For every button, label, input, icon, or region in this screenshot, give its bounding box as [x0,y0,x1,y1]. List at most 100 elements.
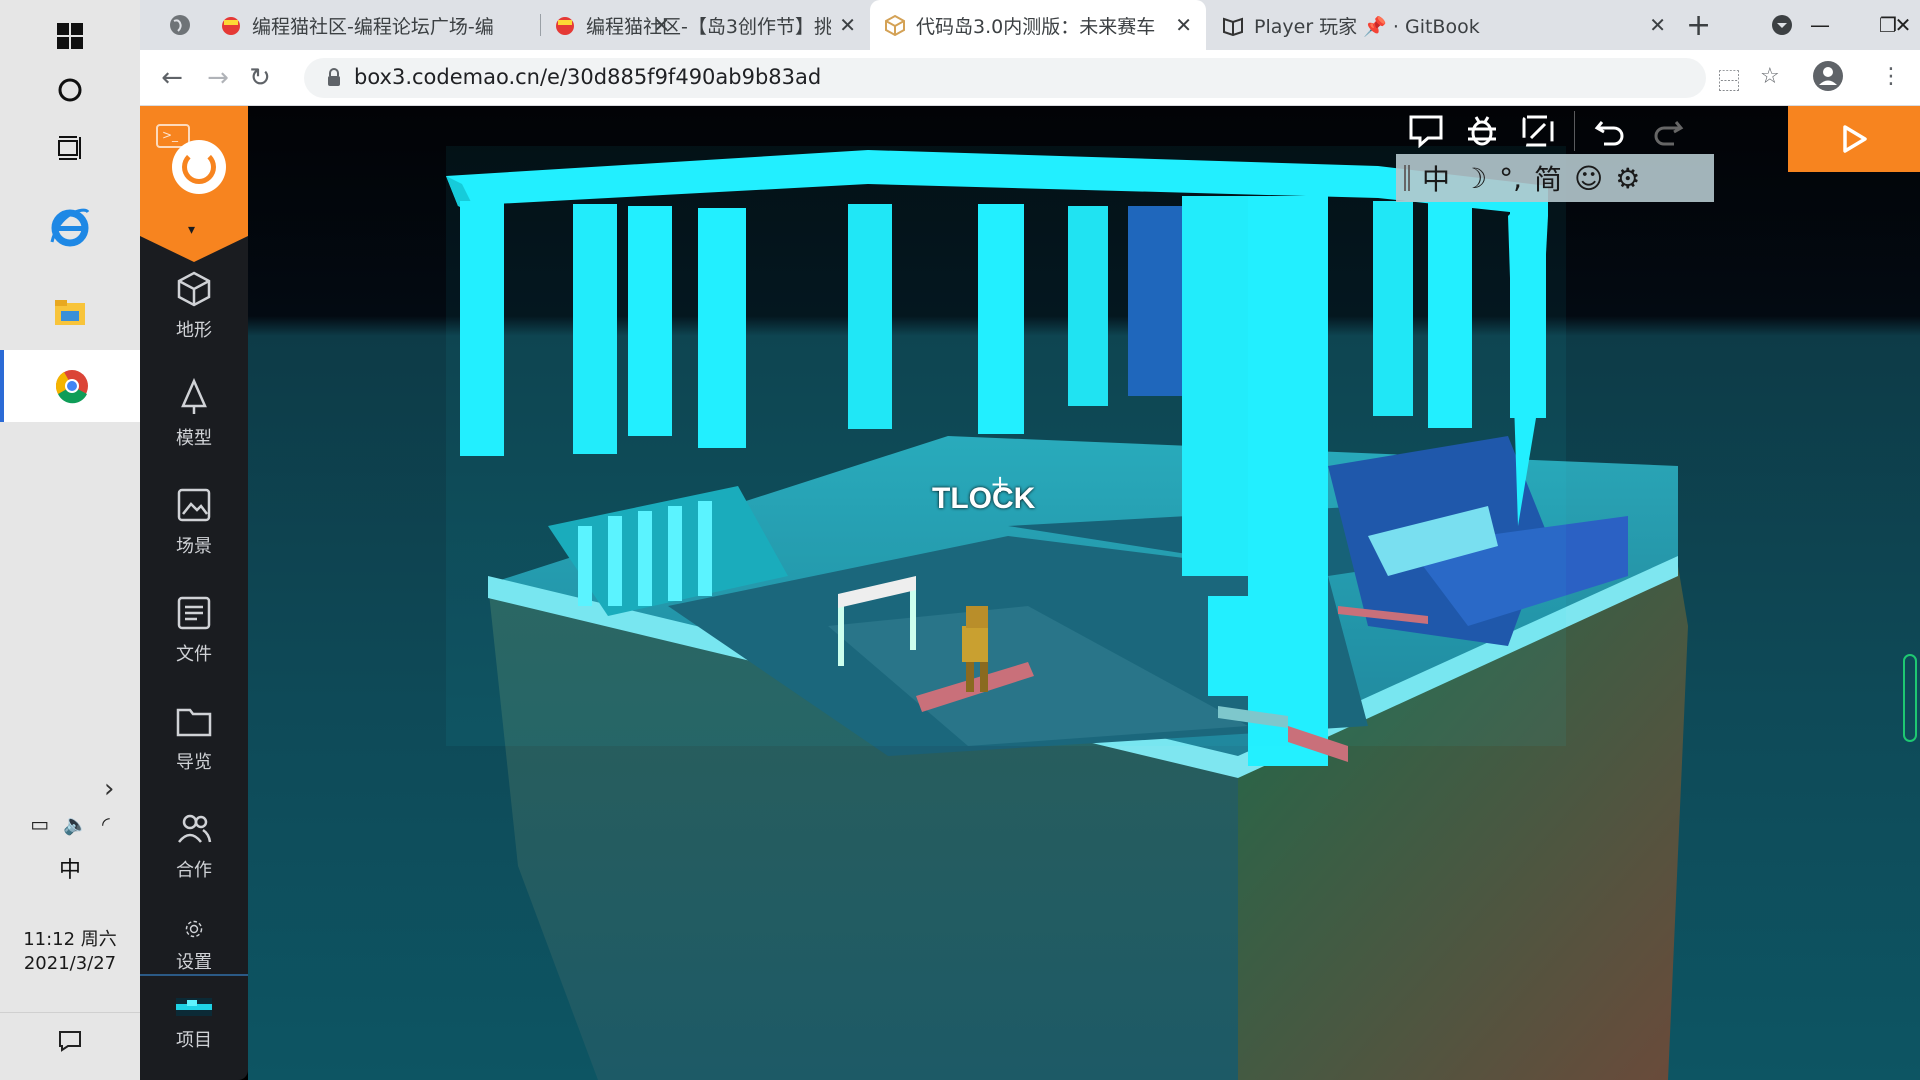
drag-handle-icon[interactable] [1404,165,1410,191]
chrome-icon [55,370,88,404]
sidebar-item-scene[interactable]: 场景 [140,482,248,568]
play-button[interactable] [1788,106,1920,172]
battery-icon[interactable]: ▭ [30,812,49,836]
arrow-left-icon: ← [161,63,183,93]
picture-icon [177,488,211,522]
wifi-icon[interactable]: ◜ [102,812,110,836]
voxel-scene [446,146,1688,1080]
sidebar-item-files[interactable]: 文件 [140,590,248,676]
sidebar-item-label: 项目 [176,1030,212,1051]
ime-chinese-mode-button[interactable]: 中 [1422,158,1450,198]
ime-settings-icon[interactable]: ⚙ [1615,162,1640,195]
tab-strip: 编程猫社区-编程论坛广场-编 ✕ 编程猫社区-【岛3创作节】挑 ✕ 代码岛3.0… [140,0,1920,50]
codemao-favicon-icon [556,17,574,35]
logo-dropdown-chevron[interactable] [140,236,248,262]
sidebar-item-guide[interactable]: 导览 [140,698,248,784]
tree-icon [181,378,207,414]
chevron-down-icon: ▾ [188,222,196,238]
account-icon [1813,61,1843,91]
sidebar-item-label: 设置 [176,952,212,973]
notification-icon [59,1030,81,1052]
clock-time: 11:12 周六 [23,929,117,950]
tab-gitbook[interactable]: Player 玩家 📌 · GitBook ✕ [1208,0,1680,50]
back-button[interactable]: ← [154,60,190,96]
notification-button[interactable] [0,1012,140,1068]
player-nametag: TLOCK [932,482,1036,515]
menu-button[interactable]: ⋮ [1880,64,1902,89]
kebab-menu-icon: ⋮ [1880,64,1902,89]
undo-button[interactable] [1583,106,1639,156]
undo-icon [1594,121,1624,146]
gear-icon [185,920,203,938]
globe-icon [170,15,190,35]
redo-icon [1654,121,1684,146]
expand-icon [1522,115,1554,147]
close-window-button[interactable]: ✕ [1886,0,1920,50]
file-explorer-button[interactable] [0,276,140,348]
browser-toolbar: ← → ↻ box3.codemao.cn/e/30d885f9f490ab9b… [140,50,1920,106]
url-text: box3.codemao.cn/e/30d885f9f490ab9b83ad [354,65,822,89]
close-icon[interactable]: ✕ [1649,13,1666,37]
clock[interactable]: 11:12 周六 2021/3/27 [0,928,140,976]
toolbar-separator [1574,111,1575,151]
tab-search-button[interactable] [162,7,198,43]
users-icon [178,814,212,843]
close-icon: ✕ [1894,13,1912,37]
box3-logo-swirl [182,150,216,184]
task-view-button[interactable] [0,112,140,184]
tab-forum-2[interactable]: 编程猫社区-【岛3创作节】挑 ✕ [540,0,870,50]
address-bar[interactable]: box3.codemao.cn/e/30d885f9f490ab9b83ad [304,58,1706,98]
internet-explorer-icon [50,208,90,247]
sidebar-item-models[interactable]: 模型 [140,374,248,460]
play-icon [1843,125,1867,153]
close-icon[interactable]: ✕ [839,13,856,37]
new-tab-button[interactable]: + [1686,8,1711,43]
reload-icon: ↻ [249,63,271,93]
cortana-circle-icon [58,78,82,102]
clock-date: 2021/3/27 [23,953,117,974]
ime-toolbar: 中 ☽ °, 简 ☺ ⚙ [1396,154,1714,202]
sidebar-item-settings[interactable]: 设置 [140,914,248,974]
tab-box3-editor[interactable]: 代码岛3.0内测版：未来赛车 ✕ [870,0,1206,50]
3d-viewport[interactable]: TLOCK + [248,106,1920,1080]
minimize-icon: — [1810,13,1830,37]
translate-button[interactable]: ⿱ [1718,64,1740,96]
bookmark-button[interactable]: ☆ [1760,64,1780,89]
profile-button[interactable] [1812,60,1844,98]
cube-icon [177,271,211,307]
sidebar-item-terrain[interactable]: 地形 [140,266,248,352]
ie-app-button[interactable] [0,190,140,262]
viewport-scroll-handle[interactable] [1903,654,1917,742]
volume-icon[interactable]: 🔈 [63,812,88,836]
fullscreen-button[interactable] [1510,106,1566,156]
ime-moon-icon[interactable]: ☽ [1462,162,1487,195]
folder-icon [55,300,85,325]
chrome-app-button[interactable] [0,350,140,422]
tab-title: Player 玩家 📌 · GitBook [1254,15,1480,38]
ime-punctuation-button[interactable]: °, [1499,162,1522,195]
input-method-indicator[interactable]: 中 [0,852,140,884]
translate-icon: ⿱ [1718,70,1741,95]
redo-button[interactable] [1639,106,1695,156]
arrow-right-icon: → [207,63,229,93]
sidebar-item-label: 地形 [176,320,212,341]
sidebar-item-project[interactable]: 项目 [140,992,248,1078]
debug-button[interactable] [1454,106,1510,156]
box3-cube-favicon-icon [885,14,905,36]
chat-bubble-icon [1409,115,1443,148]
lock-icon [328,68,340,86]
crosshair-icon: + [990,470,1011,498]
ime-simplified-button[interactable]: 简 [1534,158,1562,198]
close-icon[interactable]: ✕ [1175,13,1192,37]
minimize-button[interactable]: — [1786,0,1854,50]
system-tray: ▭ 🔈 ◜ [0,812,140,836]
reload-button[interactable]: ↻ [242,60,278,96]
gitbook-favicon-icon [1223,17,1243,36]
list-icon [177,596,211,630]
ime-emoji-icon[interactable]: ☺ [1574,162,1603,195]
chat-button[interactable] [1398,106,1454,156]
forward-button[interactable]: → [200,60,236,96]
sidebar-item-collaborate[interactable]: 合作 [140,806,248,892]
tray-expand-icon[interactable]: › [104,774,114,804]
project-logo-button[interactable]: >_ [140,106,248,236]
